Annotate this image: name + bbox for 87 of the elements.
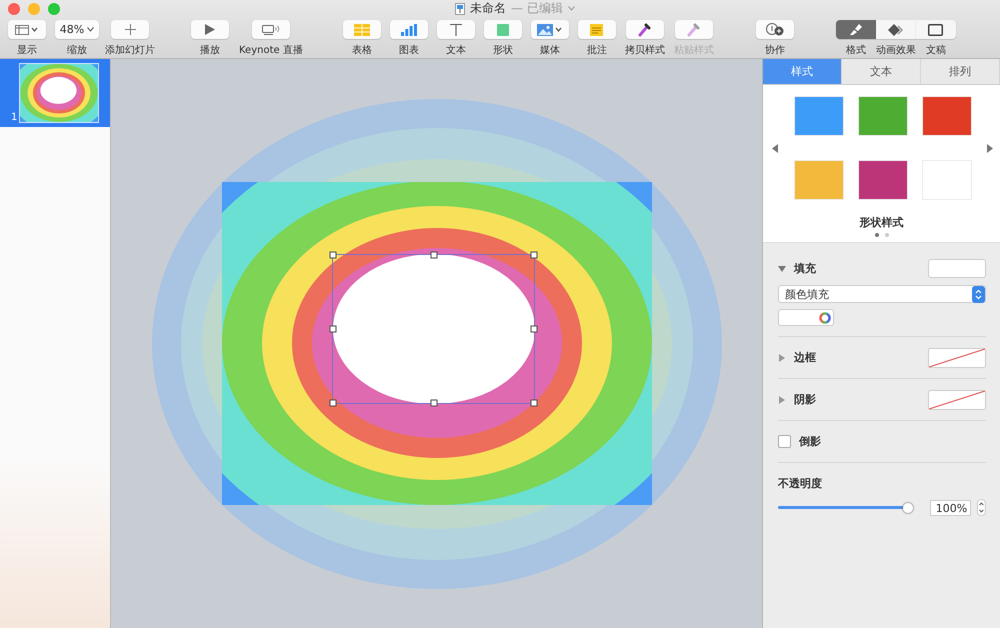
- toolbar-label: 播放: [200, 44, 220, 57]
- reflection-checkbox[interactable]: [778, 435, 791, 448]
- section-label: 填充: [794, 261, 816, 276]
- toolbar-label: 拷贝样式: [624, 44, 665, 57]
- document-panel-button[interactable]: [916, 20, 956, 39]
- live-button[interactable]: [252, 20, 290, 39]
- toolbar-label: 表格: [352, 44, 372, 57]
- window-title: 未命名: [470, 0, 506, 17]
- format-panel-button[interactable]: [836, 20, 876, 39]
- keynote-file-icon: [455, 2, 466, 14]
- toolbar-label: 格式: [846, 44, 866, 57]
- toolbar-label: Keynote 直播: [239, 44, 303, 57]
- toolbar-label: 显示: [17, 44, 37, 57]
- disclosure-triangle-icon[interactable]: [778, 264, 786, 272]
- view-button[interactable]: [8, 20, 46, 39]
- collaborate-icon: [766, 23, 784, 36]
- text-button[interactable]: [436, 20, 475, 39]
- chevron-down-icon: [87, 27, 94, 32]
- note-icon: [590, 24, 604, 36]
- page-indicator-dot[interactable]: [874, 233, 878, 237]
- disclosure-triangle-icon[interactable]: [778, 396, 786, 404]
- bar-chart-icon: [400, 24, 417, 36]
- slide-number: 1: [11, 113, 18, 123]
- color-picker-well[interactable]: [778, 309, 834, 326]
- next-arrow-icon[interactable]: [987, 144, 993, 152]
- eyedropper-icon: [638, 22, 652, 36]
- play-icon: [205, 24, 215, 35]
- section-label: 边框: [794, 350, 816, 365]
- shape-style-swatch[interactable]: [922, 97, 970, 135]
- sidebar-view-icon: [15, 24, 39, 34]
- previous-arrow-icon[interactable]: [772, 144, 778, 152]
- chevron-down-icon[interactable]: [568, 6, 575, 11]
- toolbar-label: 文本: [446, 44, 466, 57]
- opacity-slider[interactable]: [778, 502, 912, 514]
- toolbar-label: 文稿: [926, 44, 946, 57]
- toolbar-label: 协作: [764, 44, 785, 57]
- section-label: 不透明度: [778, 476, 823, 491]
- styles-title: 形状样式: [860, 215, 904, 230]
- fill-color-well[interactable]: [928, 259, 986, 278]
- section-label: 倒影: [799, 434, 821, 449]
- toolbar-label: 动画效果: [876, 44, 916, 57]
- text-icon: [450, 24, 462, 36]
- screen-broadcast-icon: [262, 24, 280, 34]
- collaborate-button[interactable]: [756, 20, 794, 39]
- toolbar-label: 缩放: [67, 44, 87, 57]
- toolbar-label: 添加幻灯片: [105, 44, 155, 57]
- fill-type-dropdown[interactable]: 颜色填充: [778, 285, 986, 303]
- toolbar-label: 形状: [492, 44, 513, 57]
- color-wheel-icon[interactable]: [819, 312, 831, 324]
- zoom-dropdown[interactable]: 48%: [55, 20, 99, 39]
- edited-status: — 已编辑: [511, 0, 563, 17]
- toolbar-label: 媒体: [540, 44, 560, 57]
- image-icon: [536, 24, 563, 36]
- no-shadow-well[interactable]: [928, 390, 986, 410]
- section-label: 阴影: [794, 392, 816, 407]
- stepper-icon[interactable]: [977, 499, 986, 516]
- stepper-icon: [972, 286, 985, 302]
- comment-button[interactable]: [578, 20, 616, 39]
- chart-button[interactable]: [390, 20, 428, 39]
- table-icon: [354, 24, 370, 36]
- page-indicator-dot[interactable]: [884, 233, 888, 237]
- selection-box[interactable]: [332, 254, 535, 404]
- media-button[interactable]: [530, 20, 569, 39]
- add-slide-button[interactable]: [111, 20, 149, 39]
- disclosure-triangle-icon[interactable]: [778, 354, 786, 362]
- shape-style-swatch[interactable]: [858, 161, 906, 199]
- slider-thumb[interactable]: [903, 502, 913, 512]
- diamond-icon: [888, 24, 904, 36]
- shape-button[interactable]: [484, 20, 522, 39]
- shape-style-swatch[interactable]: [858, 97, 906, 135]
- shape-style-swatch[interactable]: [794, 97, 842, 135]
- close-window-icon[interactable]: [8, 3, 20, 15]
- plus-icon: [124, 24, 136, 35]
- toolbar-label: 批注: [586, 44, 607, 57]
- maximize-window-icon[interactable]: [48, 3, 60, 15]
- slide-thumbnail-row[interactable]: 1: [0, 59, 110, 127]
- play-button[interactable]: [191, 20, 229, 39]
- shape-style-swatch[interactable]: [794, 161, 842, 199]
- document-icon: [928, 24, 944, 36]
- no-border-well[interactable]: [928, 348, 986, 368]
- animate-panel-button[interactable]: [876, 20, 916, 39]
- opacity-field[interactable]: 100%: [930, 500, 972, 516]
- square-shape-icon: [496, 24, 509, 36]
- copy-button[interactable]: [626, 20, 664, 39]
- eyedropper-icon: [687, 22, 700, 36]
- paintbrush-icon: [848, 23, 863, 36]
- toolbar-label: 图表: [398, 44, 419, 57]
